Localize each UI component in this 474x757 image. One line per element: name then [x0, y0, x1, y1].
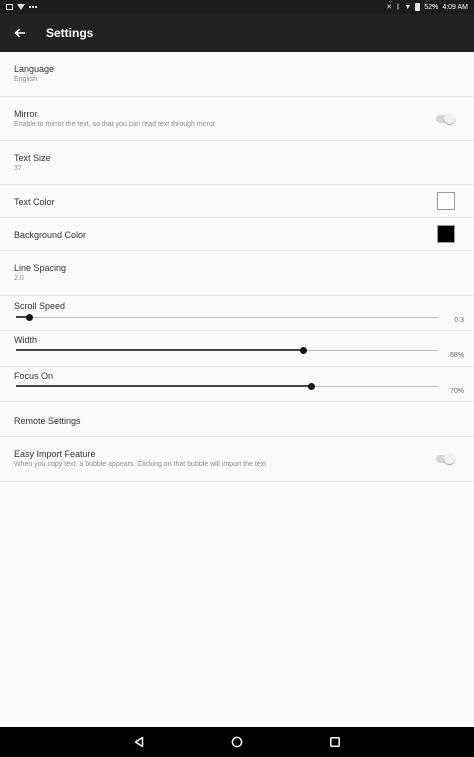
- setting-language[interactable]: Language English: [0, 52, 474, 97]
- setting-title: Mirror: [14, 109, 38, 119]
- width-slider[interactable]: [16, 346, 438, 356]
- triangle-back-icon: [134, 736, 144, 748]
- setting-title: Text Size: [14, 153, 51, 163]
- slider-track: [16, 317, 438, 318]
- slider-fill: [16, 349, 303, 351]
- setting-description: When you copy text, a bubble appears. Cl…: [14, 461, 267, 468]
- slider-thumb[interactable]: [25, 314, 33, 321]
- screen: ✕ ᛒ ▼ 52% 4:09 AM Settings Language Engl…: [0, 0, 474, 757]
- easy-import-toggle[interactable]: [436, 453, 455, 464]
- navigation-bar: [0, 727, 474, 757]
- app-bar: Settings: [0, 14, 474, 52]
- slider-thumb[interactable]: [299, 347, 307, 354]
- scroll-speed-slider[interactable]: [16, 313, 438, 323]
- status-bar: ✕ ᛒ ▼ 52% 4:09 AM: [0, 0, 474, 14]
- battery-icon: [415, 3, 421, 11]
- wifi-icon: ▼: [404, 3, 412, 11]
- setting-title: Background Color: [14, 230, 87, 240]
- arrow-left-icon: [14, 28, 25, 38]
- setting-title: Language: [14, 64, 55, 74]
- nav-home-button[interactable]: [227, 732, 247, 752]
- setting-value: 2.0: [14, 275, 24, 282]
- battery-percent: 52%: [424, 3, 439, 11]
- setting-remote-settings[interactable]: Remote Settings: [0, 402, 474, 437]
- slider-value: 68%: [449, 352, 464, 359]
- setting-description: Enable to mirror the text, so that you c…: [14, 121, 216, 128]
- slider-fill: [16, 385, 312, 387]
- page-title: Settings: [46, 26, 94, 40]
- setting-focus-on: Focus On 70%: [0, 367, 474, 402]
- text-color-swatch[interactable]: [437, 192, 455, 210]
- setting-title: Text Color: [14, 197, 55, 207]
- setting-line-spacing[interactable]: Line Spacing 2.0: [0, 251, 474, 296]
- setting-scroll-speed: Scroll Speed 0.3: [0, 296, 474, 331]
- back-button[interactable]: [0, 14, 40, 52]
- settings-list: Language English Mirror Enable to mirror…: [0, 52, 474, 482]
- setting-text-color[interactable]: Text Color: [0, 185, 474, 218]
- square-recents-icon: [330, 737, 340, 747]
- screenshot-icon: [6, 4, 13, 10]
- setting-title: Remote Settings: [14, 416, 81, 426]
- setting-title: Easy Import Feature: [14, 449, 96, 459]
- slider-value: 70%: [449, 388, 464, 395]
- setting-value: English: [14, 76, 37, 83]
- setting-title: Width: [14, 335, 38, 345]
- setting-easy-import[interactable]: Easy Import Feature When you copy text, …: [0, 437, 474, 482]
- bluetooth-icon: ᛒ: [396, 3, 401, 11]
- setting-text-size[interactable]: Text Size 37: [0, 141, 474, 185]
- setting-width: Width 68%: [0, 331, 474, 367]
- setting-title: Scroll Speed: [14, 301, 66, 311]
- nav-back-button[interactable]: [129, 732, 149, 752]
- setting-background-color[interactable]: Background Color: [0, 218, 474, 251]
- clock: 4:09 AM: [442, 3, 468, 11]
- no-sim-icon: ✕: [386, 3, 393, 11]
- setting-title: Line Spacing: [14, 263, 67, 273]
- slider-value: 0.3: [454, 317, 464, 324]
- nav-recents-button[interactable]: [325, 732, 345, 752]
- download-icon: [17, 4, 25, 10]
- mirror-toggle[interactable]: [436, 112, 455, 124]
- setting-mirror[interactable]: Mirror Enable to mirror the text, so tha…: [0, 97, 474, 141]
- setting-value: 37: [14, 165, 22, 172]
- circle-home-icon: [231, 736, 243, 748]
- setting-title: Focus On: [14, 371, 54, 381]
- focus-on-slider[interactable]: [16, 382, 438, 392]
- more-notifications-icon: [29, 6, 37, 8]
- background-color-swatch[interactable]: [437, 225, 455, 243]
- slider-thumb[interactable]: [308, 383, 316, 390]
